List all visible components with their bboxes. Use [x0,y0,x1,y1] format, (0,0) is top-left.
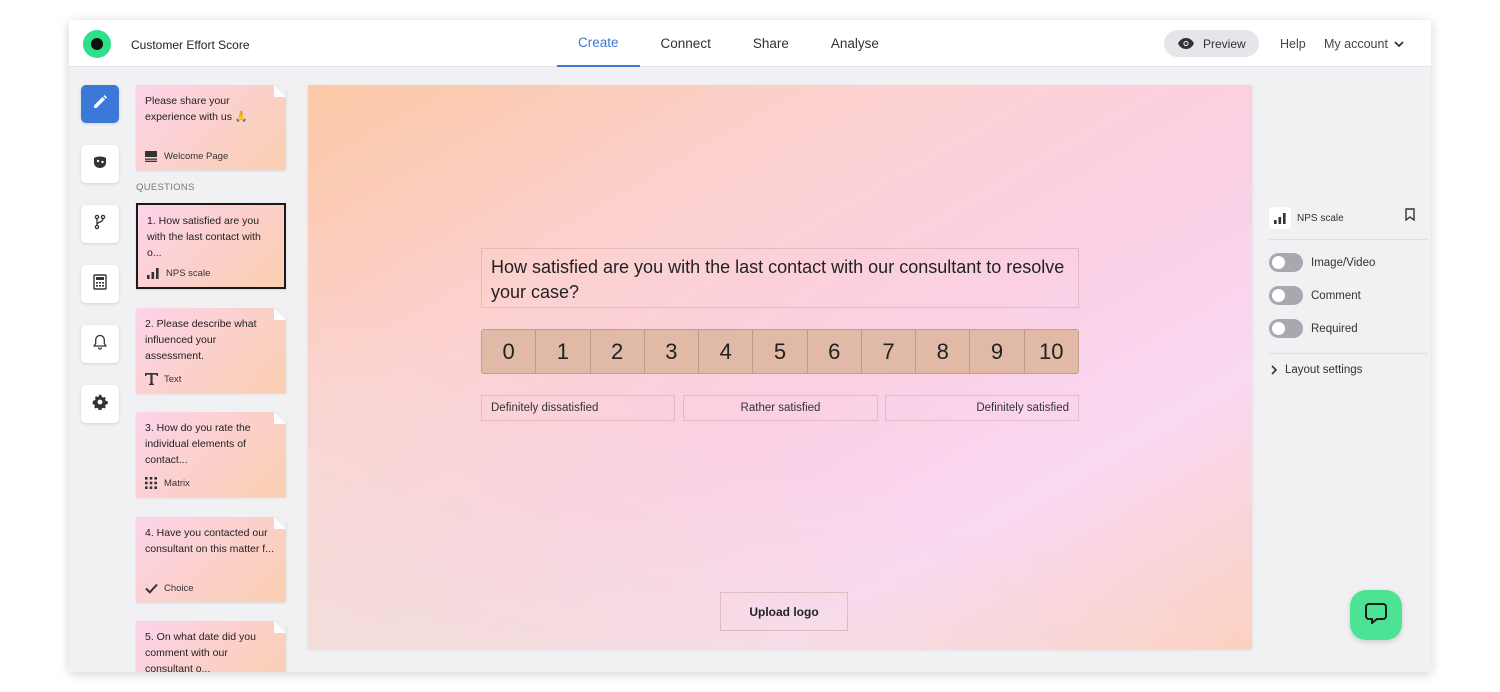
tab-connect[interactable]: Connect [640,20,732,67]
welcome-page-icon [145,150,159,162]
divider [1269,353,1427,354]
card-type: Text [145,373,181,385]
card-type: Choice [145,582,194,594]
rail-edit-button[interactable] [81,85,119,123]
chat-button[interactable] [1350,590,1402,640]
scale-option[interactable]: 2 [591,330,645,373]
calculator-icon [93,273,107,295]
question-type-label: NPS scale [1297,212,1344,224]
scale-label-left[interactable]: Definitely dissatisfied [481,395,675,421]
comment-toggle-row: Comment [1269,286,1361,305]
eye-icon [1178,38,1194,49]
chevron-right-icon [1271,365,1277,375]
question-card-text: 5. On what date did you comment with our… [145,631,256,672]
main-tabs: Create Connect Share Analyse [557,20,900,67]
layout-settings-label: Layout settings [1285,364,1363,376]
preview-label: Preview [1203,36,1246,51]
toggle-label: Required [1311,322,1358,335]
question-type-indicator: NPS scale [1269,205,1427,231]
card-type: Welcome Page [145,150,228,162]
rail-calculator-button[interactable] [81,265,119,303]
check-icon [145,582,159,594]
card-type-label: Choice [164,582,194,594]
rail-logic-button[interactable] [81,205,119,243]
question-card-5[interactable]: 5. On what date did you comment with our… [136,621,286,672]
rail-settings-button[interactable] [81,385,119,423]
nps-scale: 0 1 2 3 4 5 6 7 8 9 10 [481,329,1079,374]
preview-button[interactable]: Preview [1164,30,1259,57]
layout-settings-toggle[interactable]: Layout settings [1271,364,1362,376]
scale-option[interactable]: 4 [699,330,754,373]
scale-option[interactable]: 0 [482,330,537,373]
required-toggle-row: Required [1269,319,1358,338]
app-window: Customer Effort Score Create Connect Sha… [69,20,1431,672]
upload-logo-button[interactable]: Upload logo [720,592,848,631]
tab-analyse[interactable]: Analyse [810,20,900,67]
question-text[interactable]: How satisfied are you with the last cont… [481,248,1079,308]
bell-icon [93,334,107,355]
required-toggle[interactable] [1269,319,1303,338]
questions-heading: QUESTIONS [136,182,195,193]
question-card-2[interactable]: 2. Please describe what influenced your … [136,308,286,393]
image-video-toggle-row: Image/Video [1269,253,1375,272]
rail-notifications-button[interactable] [81,325,119,363]
rail-theme-button[interactable] [81,145,119,183]
account-menu[interactable]: My account [1324,37,1404,51]
image-video-toggle[interactable] [1269,253,1303,272]
card-type-label: NPS scale [166,267,211,279]
scale-option[interactable]: 10 [1025,330,1078,373]
chat-bubble-icon [1365,602,1387,629]
scale-option[interactable]: 8 [916,330,971,373]
question-card-text: 4. Have you contacted our consultant on … [145,527,274,555]
question-card-text: 2. Please describe what influenced your … [145,318,257,362]
divider [1269,239,1427,240]
nps-scale-icon [147,267,161,279]
question-card-text: 1. How satisfied are you with the last c… [147,215,261,259]
text-type-icon [145,373,159,385]
toggle-label: Comment [1311,289,1361,302]
scale-option[interactable]: 7 [862,330,917,373]
tab-create[interactable]: Create [557,20,640,67]
question-card-text: 3. How do you rate the individual elemen… [145,422,251,466]
logo-icon[interactable] [83,30,111,58]
question-card-3[interactable]: 3. How do you rate the individual elemen… [136,412,286,497]
survey-title[interactable]: Customer Effort Score [131,38,250,52]
scale-label-right[interactable]: Definitely satisfied [885,395,1079,421]
nps-scale-icon [1269,207,1291,229]
scale-label-middle[interactable]: Rather satisfied [683,395,878,421]
question-card-1[interactable]: 1. How satisfied are you with the last c… [136,203,286,289]
card-type: NPS scale [147,267,210,279]
welcome-page-card[interactable]: Please share your experience with us 🙏 W… [136,85,286,170]
bookmark-icon[interactable] [1405,208,1415,226]
toggle-label: Image/Video [1311,256,1376,269]
account-label: My account [1324,37,1388,51]
card-type-label: Matrix [164,477,190,489]
survey-canvas: How satisfied are you with the last cont… [308,85,1252,649]
card-type: Matrix [145,477,190,489]
welcome-card-text: Please share your experience with us 🙏 [145,95,248,123]
top-bar: Customer Effort Score Create Connect Sha… [69,20,1431,67]
card-type-label: Welcome Page [164,150,229,162]
scale-option[interactable]: 5 [753,330,808,373]
scale-option[interactable]: 1 [536,330,591,373]
theme-icon [92,154,108,175]
question-card-4[interactable]: 4. Have you contacted our consultant on … [136,517,286,602]
tab-share[interactable]: Share [732,20,810,67]
scale-option[interactable]: 6 [808,330,862,373]
help-link[interactable]: Help [1280,37,1306,51]
card-type-label: Text [164,373,182,385]
gear-icon [92,393,108,415]
chevron-down-icon [1394,40,1404,48]
matrix-icon [145,477,159,489]
pencil-icon [92,94,108,115]
scale-option[interactable]: 9 [970,330,1025,373]
comment-toggle[interactable] [1269,286,1303,305]
scale-option[interactable]: 3 [645,330,700,373]
branch-icon [92,214,108,235]
